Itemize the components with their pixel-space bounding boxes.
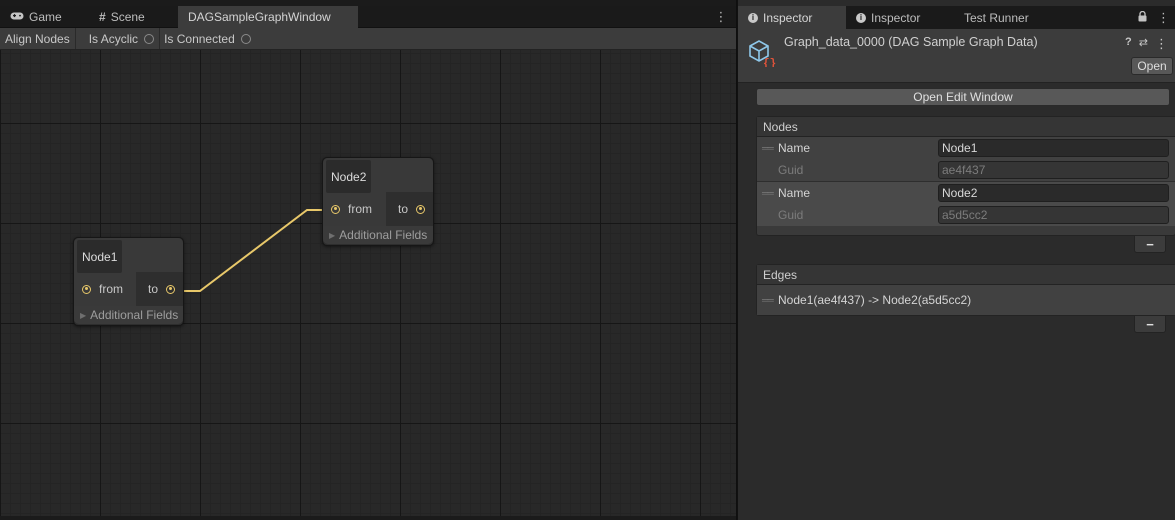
remove-edge-button[interactable]: − xyxy=(1134,315,1166,333)
more-options-icon[interactable]: ⋮ xyxy=(1157,10,1170,26)
is-connected-radio-icon[interactable] xyxy=(240,33,251,44)
drag-handle-icon[interactable]: ══ xyxy=(762,188,774,198)
edges-list-header[interactable]: Edges xyxy=(757,265,1175,285)
tab-game[interactable]: Game xyxy=(0,6,72,28)
align-nodes-button[interactable]: Align Nodes xyxy=(0,28,76,49)
header-icons: ? ⇄ ⋮ xyxy=(1125,36,1168,52)
additional-fields-label: Additional Fields xyxy=(90,308,179,322)
graph-node[interactable]: Node1 from to ▶ Additional Fields xyxy=(73,237,184,326)
port-connector-icon[interactable] xyxy=(166,284,175,294)
drag-handle-icon[interactable]: ══ xyxy=(762,143,774,153)
output-port-label: to xyxy=(397,202,408,216)
graph-editor-panel: Game # Scene DAGSampleGraphWindow ⋮ Alig… xyxy=(0,0,736,520)
tab-inspector-active[interactable]: i Inspector xyxy=(738,6,846,29)
input-port[interactable]: from xyxy=(323,192,386,226)
is-acyclic-toggle[interactable]: Is Acyclic xyxy=(76,28,161,49)
guid-label: Guid xyxy=(778,208,804,222)
port-connector-icon[interactable] xyxy=(416,204,425,214)
name-field[interactable]: Node2 xyxy=(938,184,1169,202)
name-row: ══ Name Node2 xyxy=(757,182,1175,204)
name-label: Name xyxy=(778,141,811,155)
inspector-tab-bar: i Inspector i Inspector Test Runner ⋮ xyxy=(738,6,1175,29)
guid-label: Guid xyxy=(778,163,804,177)
output-port-label: to xyxy=(147,282,158,296)
open-edit-window-button[interactable]: Open Edit Window xyxy=(756,88,1170,106)
additional-fields-label: Additional Fields xyxy=(339,228,428,242)
input-port-label: from xyxy=(348,202,372,216)
tab-game-label: Game xyxy=(29,10,62,24)
nodes-list-header[interactable]: Nodes xyxy=(757,117,1175,137)
tab-dag-sample-graph-window[interactable]: DAGSampleGraphWindow xyxy=(178,6,358,28)
is-acyclic-label: Is Acyclic xyxy=(88,31,139,46)
additional-fields-foldout[interactable]: ▶ Additional Fields xyxy=(323,226,433,244)
tab-dag-label: DAGSampleGraphWindow xyxy=(188,10,331,24)
edges-list-body: ══ Node1(ae4f437) -> Node2(a5d5cc2) xyxy=(757,285,1175,315)
gamepad-icon xyxy=(10,10,24,24)
node-title: Node2 xyxy=(326,160,372,193)
guid-row: Guid ae4f437 xyxy=(757,159,1175,181)
input-port-label: from xyxy=(99,282,123,296)
edge-entry: Node1(ae4f437) -> Node2(a5d5cc2) xyxy=(778,293,972,307)
output-port[interactable]: to xyxy=(135,272,183,306)
more-options-icon[interactable]: ⋮ xyxy=(714,6,728,28)
node-ports: from to xyxy=(323,192,433,226)
node-header[interactable]: Node1 xyxy=(74,238,183,273)
editor-tab-bar: Game # Scene DAGSampleGraphWindow ⋮ xyxy=(0,6,736,28)
tab-inspector-label: Inspector xyxy=(871,10,921,25)
input-port[interactable]: from xyxy=(74,272,136,306)
inspector-tab-icons: ⋮ xyxy=(1138,6,1170,29)
is-connected-label: Is Connected xyxy=(164,31,235,46)
nodes-list-body: ══ Name Node1 Guid ae4f437 ══ Name Node2 xyxy=(757,137,1175,226)
help-icon[interactable]: ? xyxy=(1125,36,1132,52)
name-row: ══ Name Node1 xyxy=(757,137,1175,159)
tab-inspector-secondary[interactable]: i Inspector xyxy=(846,6,930,29)
inspector-header: {} Graph_data_0000 (DAG Sample Graph Dat… xyxy=(738,29,1175,83)
node-title: Node1 xyxy=(77,240,123,273)
port-connector-icon[interactable] xyxy=(82,284,91,294)
guid-row: Guid a5d5cc2 xyxy=(757,204,1175,226)
hash-icon: # xyxy=(99,10,106,24)
tab-test-runner-label: Test Runner xyxy=(964,10,1029,25)
info-icon: i xyxy=(748,12,758,23)
graph-node[interactable]: Node2 from to ▶ Additional Fields xyxy=(322,157,434,246)
nodes-list: Nodes ══ Name Node1 Guid ae4f437 ══ Name xyxy=(756,116,1175,236)
additional-fields-foldout[interactable]: ▶ Additional Fields xyxy=(74,306,183,324)
remove-node-button[interactable]: − xyxy=(1134,235,1166,253)
tab-test-runner[interactable]: Test Runner xyxy=(954,6,1039,29)
svg-text:{}: {} xyxy=(763,58,776,67)
more-options-icon[interactable]: ⋮ xyxy=(1155,36,1168,52)
is-acyclic-radio-icon[interactable] xyxy=(144,33,155,44)
foldout-triangle-icon: ▶ xyxy=(329,230,336,240)
tab-inspector-label: Inspector xyxy=(763,10,813,25)
guid-field: a5d5cc2 xyxy=(938,206,1169,224)
port-connector-icon[interactable] xyxy=(331,204,340,214)
node-ports: from to xyxy=(74,272,183,306)
edges-list: Edges ══ Node1(ae4f437) -> Node2(a5d5cc2… xyxy=(756,264,1175,316)
tab-scene-label: Scene xyxy=(110,10,145,24)
align-nodes-label: Align Nodes xyxy=(5,31,70,46)
info-icon: i xyxy=(856,12,866,23)
list-item[interactable]: ══ Node1(ae4f437) -> Node2(a5d5cc2) xyxy=(757,285,1175,315)
list-item[interactable]: ══ Name Node2 Guid a5d5cc2 xyxy=(757,181,1175,226)
asset-title: Graph_data_0000 (DAG Sample Graph Data) xyxy=(784,35,1038,49)
scriptable-object-icon: {} xyxy=(747,37,777,70)
name-label: Name xyxy=(778,186,811,200)
foldout-triangle-icon: ▶ xyxy=(80,310,87,320)
open-button[interactable]: Open xyxy=(1131,57,1173,75)
presets-icon[interactable]: ⇄ xyxy=(1139,36,1148,52)
list-item[interactable]: ══ Name Node1 Guid ae4f437 xyxy=(757,137,1175,181)
output-port[interactable]: to xyxy=(385,192,433,226)
guid-field: ae4f437 xyxy=(938,161,1169,179)
inspector-panel: i Inspector i Inspector Test Runner ⋮ {}… xyxy=(737,0,1175,520)
graph-toolbar: Align Nodes Is Acyclic Is Connected xyxy=(0,28,736,50)
tab-scene[interactable]: # Scene xyxy=(89,6,155,28)
name-field[interactable]: Node1 xyxy=(938,139,1169,157)
drag-handle-icon[interactable]: ══ xyxy=(762,295,774,305)
node-header[interactable]: Node2 xyxy=(323,158,433,193)
is-connected-toggle[interactable]: Is Connected xyxy=(160,28,256,49)
lock-icon[interactable] xyxy=(1138,10,1147,25)
